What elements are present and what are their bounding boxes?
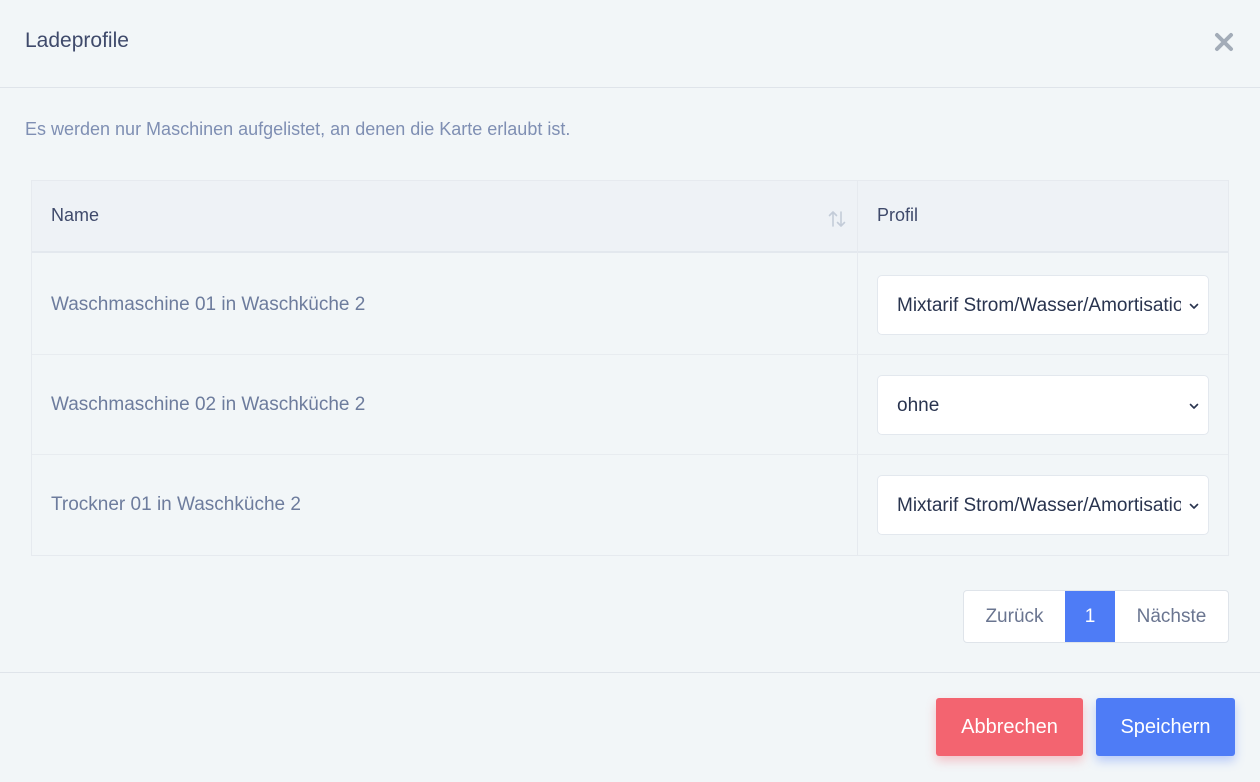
profile-select-value: Mixtarif Strom/Wasser/Amortisation xyxy=(897,295,1181,316)
machine-name: Trockner 01 in Waschküche 2 xyxy=(51,494,301,515)
pagination: Zurück 1 Nächste xyxy=(963,590,1229,643)
machine-name: Waschmaschine 02 in Waschküche 2 xyxy=(51,394,366,415)
column-header-name[interactable]: Name xyxy=(51,204,99,226)
close-icon xyxy=(1215,33,1233,51)
pagination-page-1[interactable]: 1 xyxy=(1065,591,1115,642)
save-button[interactable]: Speichern xyxy=(1096,698,1235,756)
modal-header: Ladeprofile xyxy=(0,0,1260,88)
close-button[interactable] xyxy=(1208,26,1240,58)
profile-select[interactable]: Mixtarif Strom/Wasser/Amortisation xyxy=(877,475,1209,535)
table-row: Waschmaschine 01 in Waschküche 2 Mixtari… xyxy=(32,255,1228,355)
machine-name: Waschmaschine 01 in Waschküche 2 xyxy=(51,294,366,315)
chevron-down-icon xyxy=(1189,403,1199,409)
profile-select-value: Mixtarif Strom/Wasser/Amortisation xyxy=(897,495,1181,516)
pagination-prev-button[interactable]: Zurück xyxy=(964,591,1065,642)
table-header: Name Profil xyxy=(32,181,1228,253)
column-header-profil: Profil xyxy=(877,205,919,225)
info-text: Es werden nur Maschinen aufgelistet, an … xyxy=(25,119,571,139)
profile-select-value: ohne xyxy=(897,395,940,416)
cancel-button[interactable]: Abbrechen xyxy=(936,698,1083,756)
pagination-next-button[interactable]: Nächste xyxy=(1115,591,1228,642)
profiles-table: Name Profil Waschmaschine 01 in Waschküc… xyxy=(31,180,1229,556)
profile-select[interactable]: ohne xyxy=(877,375,1209,435)
table-row: Waschmaschine 02 in Waschküche 2 ohne xyxy=(32,355,1228,455)
profile-select[interactable]: Mixtarif Strom/Wasser/Amortisation xyxy=(877,275,1209,335)
modal-title: Ladeprofile xyxy=(25,29,129,52)
chevron-down-icon xyxy=(1189,503,1199,509)
sort-updown-icon[interactable] xyxy=(826,208,848,230)
table-row: Trockner 01 in Waschküche 2 Mixtarif Str… xyxy=(32,455,1228,555)
charge-profiles-modal: Ladeprofile Es werden nur Maschinen aufg… xyxy=(0,0,1260,782)
footer-divider xyxy=(0,672,1260,673)
chevron-down-icon xyxy=(1189,303,1199,309)
